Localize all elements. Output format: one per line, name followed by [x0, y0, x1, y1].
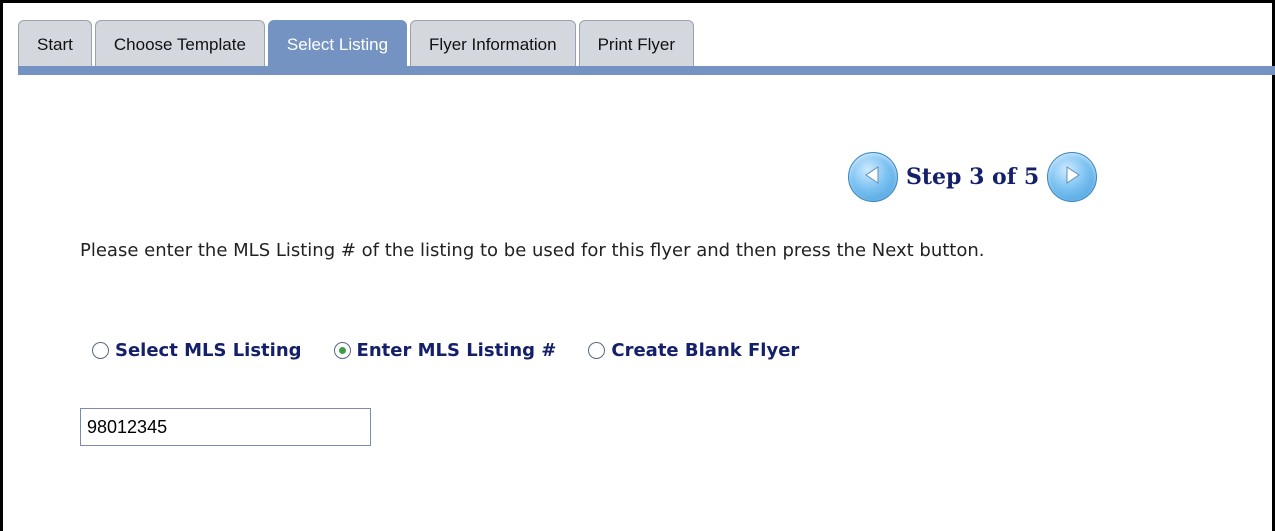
- tab-start[interactable]: Start: [18, 20, 92, 68]
- step-indicator: Step 3 of 5: [906, 164, 1040, 190]
- tab-select-listing[interactable]: Select Listing: [267, 20, 408, 68]
- radio-select-mls-listing-label: Select MLS Listing: [115, 340, 302, 361]
- radio-select-mls-listing[interactable]: Select MLS Listing: [92, 340, 302, 361]
- arrow-right-icon: [1061, 164, 1083, 190]
- radio-create-blank-flyer[interactable]: Create Blank Flyer: [588, 340, 799, 361]
- step-navigation: Step 3 of 5: [848, 152, 1098, 202]
- tab-flyer-information[interactable]: Flyer Information: [410, 20, 576, 68]
- instructions-text: Please enter the MLS Listing # of the li…: [80, 240, 985, 261]
- window-top-border: [0, 0, 1275, 3]
- listing-source-radio-group: Select MLS Listing Enter MLS Listing # C…: [92, 340, 831, 361]
- arrow-left-icon: [862, 164, 884, 190]
- tab-print-flyer-label: Print Flyer: [597, 34, 676, 54]
- radio-button-unselected[interactable]: [92, 342, 109, 359]
- radio-enter-mls-listing[interactable]: Enter MLS Listing #: [333, 340, 557, 361]
- previous-step-button[interactable]: [848, 152, 898, 202]
- radio-create-blank-flyer-label: Create Blank Flyer: [611, 340, 800, 361]
- radio-button-selected[interactable]: [333, 342, 351, 359]
- radio-button-unselected[interactable]: [588, 342, 606, 359]
- tab-underline-bar: [18, 66, 1275, 75]
- wizard-tab-bar: Start Choose Template Select Listing Fly…: [18, 20, 695, 68]
- next-step-button[interactable]: [1047, 152, 1098, 202]
- mls-listing-number-input[interactable]: [80, 408, 371, 446]
- radio-selected-dot: [338, 347, 346, 354]
- tab-choose-template-label: Choose Template: [113, 34, 246, 54]
- tab-choose-template[interactable]: Choose Template: [94, 20, 265, 68]
- window-left-border: [0, 0, 3, 531]
- tab-start-label: Start: [37, 34, 73, 54]
- tab-select-listing-label: Select Listing: [286, 34, 389, 54]
- tab-flyer-information-label: Flyer Information: [429, 34, 557, 54]
- tab-print-flyer[interactable]: Print Flyer: [578, 20, 695, 68]
- radio-enter-mls-listing-label: Enter MLS Listing #: [356, 340, 557, 361]
